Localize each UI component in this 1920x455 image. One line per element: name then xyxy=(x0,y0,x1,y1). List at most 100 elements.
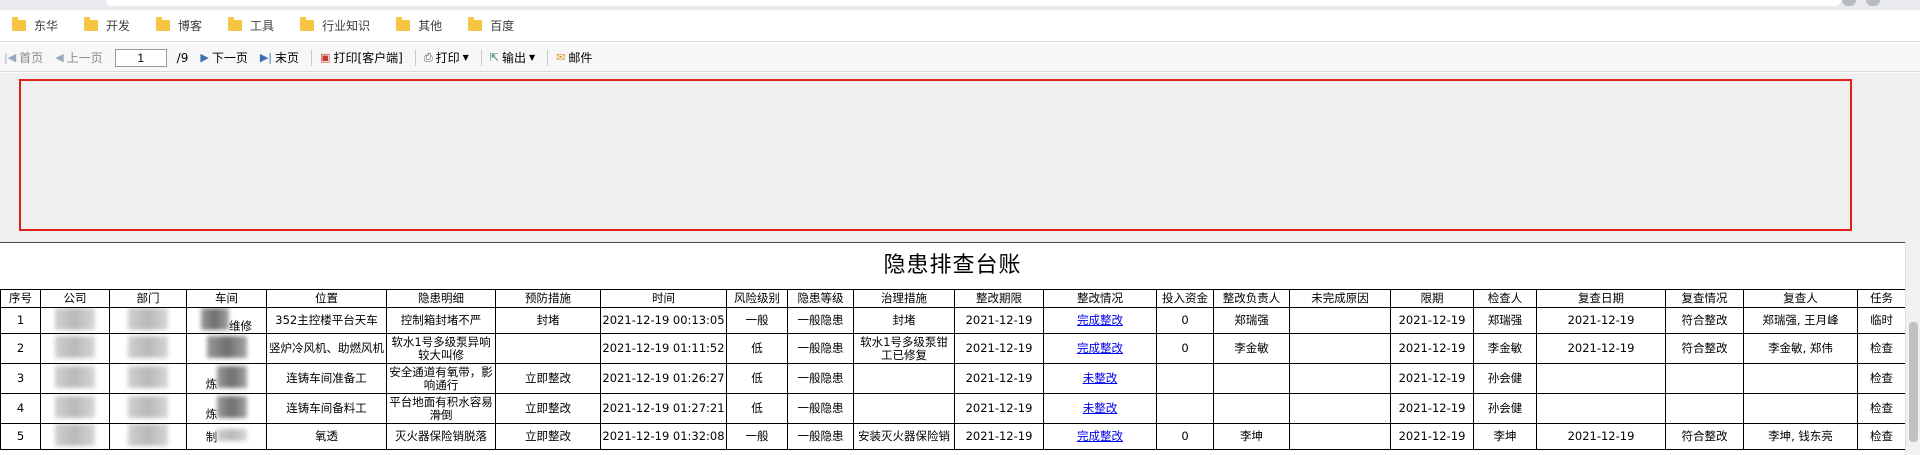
cell-detail: 平台地面有积水容易滑倒 xyxy=(386,393,496,424)
bookmark-industry[interactable]: 行业知识 xyxy=(300,17,370,34)
cell-reason xyxy=(1289,393,1391,424)
cell-rechecker xyxy=(1743,363,1858,394)
cell-recheck-date xyxy=(1536,363,1666,394)
cell-fund xyxy=(1156,363,1214,394)
last-page-icon: ▶| xyxy=(259,51,273,64)
redaction-blur xyxy=(201,308,229,330)
scrollbar-thumb[interactable] xyxy=(1909,322,1918,442)
cell-risk: 一般 xyxy=(726,423,788,450)
cell-measure: 软水1号多级泵钳工已修复 xyxy=(853,333,955,364)
bookmark-other[interactable]: 其他 xyxy=(396,17,442,34)
chevron-down-icon: ▼ xyxy=(529,53,536,62)
redacted-company xyxy=(40,333,110,364)
vertical-scrollbar[interactable] xyxy=(1905,242,1920,455)
column-header: 部门 xyxy=(109,289,187,308)
cell-detail: 安全通道有氧带，影响通行 xyxy=(386,363,496,394)
cell-owner: 李坤 xyxy=(1213,423,1290,450)
cell-rechecker: 李坤, 钱东亮 xyxy=(1743,423,1858,450)
column-header: 限期 xyxy=(1390,289,1474,308)
pdf-print-icon: ▣ xyxy=(320,51,331,64)
redacted-dept xyxy=(109,423,187,450)
redacted-dept xyxy=(109,307,187,334)
cell-measure xyxy=(853,393,955,424)
column-header: 复查日期 xyxy=(1536,289,1666,308)
column-header: 位置 xyxy=(266,289,387,308)
redacted-dept xyxy=(109,363,187,394)
cell-deadline: 2021-12-19 xyxy=(954,363,1044,394)
cell-risk: 低 xyxy=(726,333,788,364)
page-number-input[interactable] xyxy=(114,48,167,67)
column-header: 未完成原因 xyxy=(1289,289,1391,308)
cell-time: 2021-12-19 01:11:52 xyxy=(600,333,727,364)
report-toolbar: |◀首页 ◀上一页 /9 ▶下一页 ▶|末页 ▣打印[客户端] ⎙打印▼ ⇱输出… xyxy=(0,44,1920,72)
status-link[interactable]: 完成整改 xyxy=(1077,313,1123,327)
cell-workshop xyxy=(186,333,267,364)
mail-button[interactable]: ✉ 邮件 xyxy=(556,49,592,66)
redacted-company xyxy=(40,423,110,450)
column-header: 隐患等级 xyxy=(787,289,854,308)
cell-location: 352主控楼平台天车 xyxy=(266,307,387,334)
bookmark-blog[interactable]: 博客 xyxy=(156,17,202,34)
cell-recheck-date: 2021-12-19 xyxy=(1536,423,1666,450)
report-title: 隐患排查台账 xyxy=(883,253,1022,278)
profile-icon[interactable] xyxy=(1866,0,1880,6)
cell-prevent: 立即整改 xyxy=(495,423,601,450)
cell-time: 2021-12-19 01:32:08 xyxy=(600,423,727,450)
first-page-button[interactable]: |◀ 首页 xyxy=(4,49,43,66)
cell-reason xyxy=(1289,363,1391,394)
cell-fund: 0 xyxy=(1156,423,1214,450)
cell-limit: 2021-12-19 xyxy=(1390,333,1474,364)
bookmark-dh[interactable]: 东华 xyxy=(12,17,58,34)
cell-prevent: 立即整改 xyxy=(495,393,601,424)
column-header: 复查情况 xyxy=(1665,289,1744,308)
export-button[interactable]: ⇱ 输出 ▼ xyxy=(490,49,535,66)
cell-seq: 2 xyxy=(0,333,41,364)
redacted-company xyxy=(40,363,110,394)
print-button[interactable]: ⎙ 打印 ▼ xyxy=(424,49,469,66)
cell-detail: 控制箱封堵不严 xyxy=(386,307,496,334)
bookmark-baidu[interactable]: 百度 xyxy=(468,17,514,34)
status-link[interactable]: 未整改 xyxy=(1083,401,1118,415)
cell-level: 一般隐患 xyxy=(787,363,854,394)
address-bar[interactable] xyxy=(106,0,1841,6)
status-link[interactable]: 完成整改 xyxy=(1077,341,1123,355)
toolbar-divider xyxy=(547,49,549,66)
folder-icon xyxy=(396,17,411,31)
cell-owner xyxy=(1213,393,1290,424)
extension-icon[interactable] xyxy=(1842,0,1856,6)
print-client-button[interactable]: ▣ 打印[客户端] xyxy=(320,49,403,66)
column-header: 车间 xyxy=(186,289,267,308)
cell-reason xyxy=(1289,423,1391,450)
prev-page-icon: ◀ xyxy=(55,51,64,64)
cell-level: 一般隐患 xyxy=(787,423,854,450)
prev-page-button[interactable]: ◀ 上一页 xyxy=(55,49,102,66)
status-link[interactable]: 完成整改 xyxy=(1077,429,1123,443)
cell-fund xyxy=(1156,393,1214,424)
column-header: 风险级别 xyxy=(726,289,788,308)
cell-recheck-date: 2021-12-19 xyxy=(1536,307,1666,334)
table-header-row: 序号 公司 部门 车间 位置 隐患明细 预防措施 时间 风险级别 隐患等级 治理… xyxy=(0,289,1905,308)
cell-recheck-status: 符合整改 xyxy=(1665,423,1744,450)
next-page-button[interactable]: ▶ 下一页 xyxy=(200,49,247,66)
bookmark-dev[interactable]: 开发 xyxy=(84,17,130,34)
export-icon: ⇱ xyxy=(489,51,500,64)
column-header: 复查人 xyxy=(1743,289,1858,308)
cell-recheck-status: 符合整改 xyxy=(1665,307,1744,334)
cell-deadline: 2021-12-19 xyxy=(954,333,1044,364)
folder-icon xyxy=(300,17,315,31)
cell-location: 连铸车间备料工 xyxy=(266,393,387,424)
last-page-button[interactable]: ▶| 末页 xyxy=(260,49,299,66)
cell-risk: 低 xyxy=(726,393,788,424)
status-link[interactable]: 未整改 xyxy=(1083,371,1118,385)
column-header: 序号 xyxy=(0,289,41,308)
cell-detail: 灭火器保险销脱落 xyxy=(386,423,496,450)
cell-limit: 2021-12-19 xyxy=(1390,363,1474,394)
cell-risk: 低 xyxy=(726,363,788,394)
bookmark-tools[interactable]: 工具 xyxy=(228,17,274,34)
cell-location: 竖炉冷风机、助燃风机 xyxy=(266,333,387,364)
cell-detail: 软水1号多级泵异响较大叫修 xyxy=(386,333,496,364)
cell-status: 完成整改 xyxy=(1043,333,1157,364)
highlighted-frame xyxy=(19,79,1852,231)
cell-deadline: 2021-12-19 xyxy=(954,393,1044,424)
folder-icon xyxy=(12,17,26,31)
